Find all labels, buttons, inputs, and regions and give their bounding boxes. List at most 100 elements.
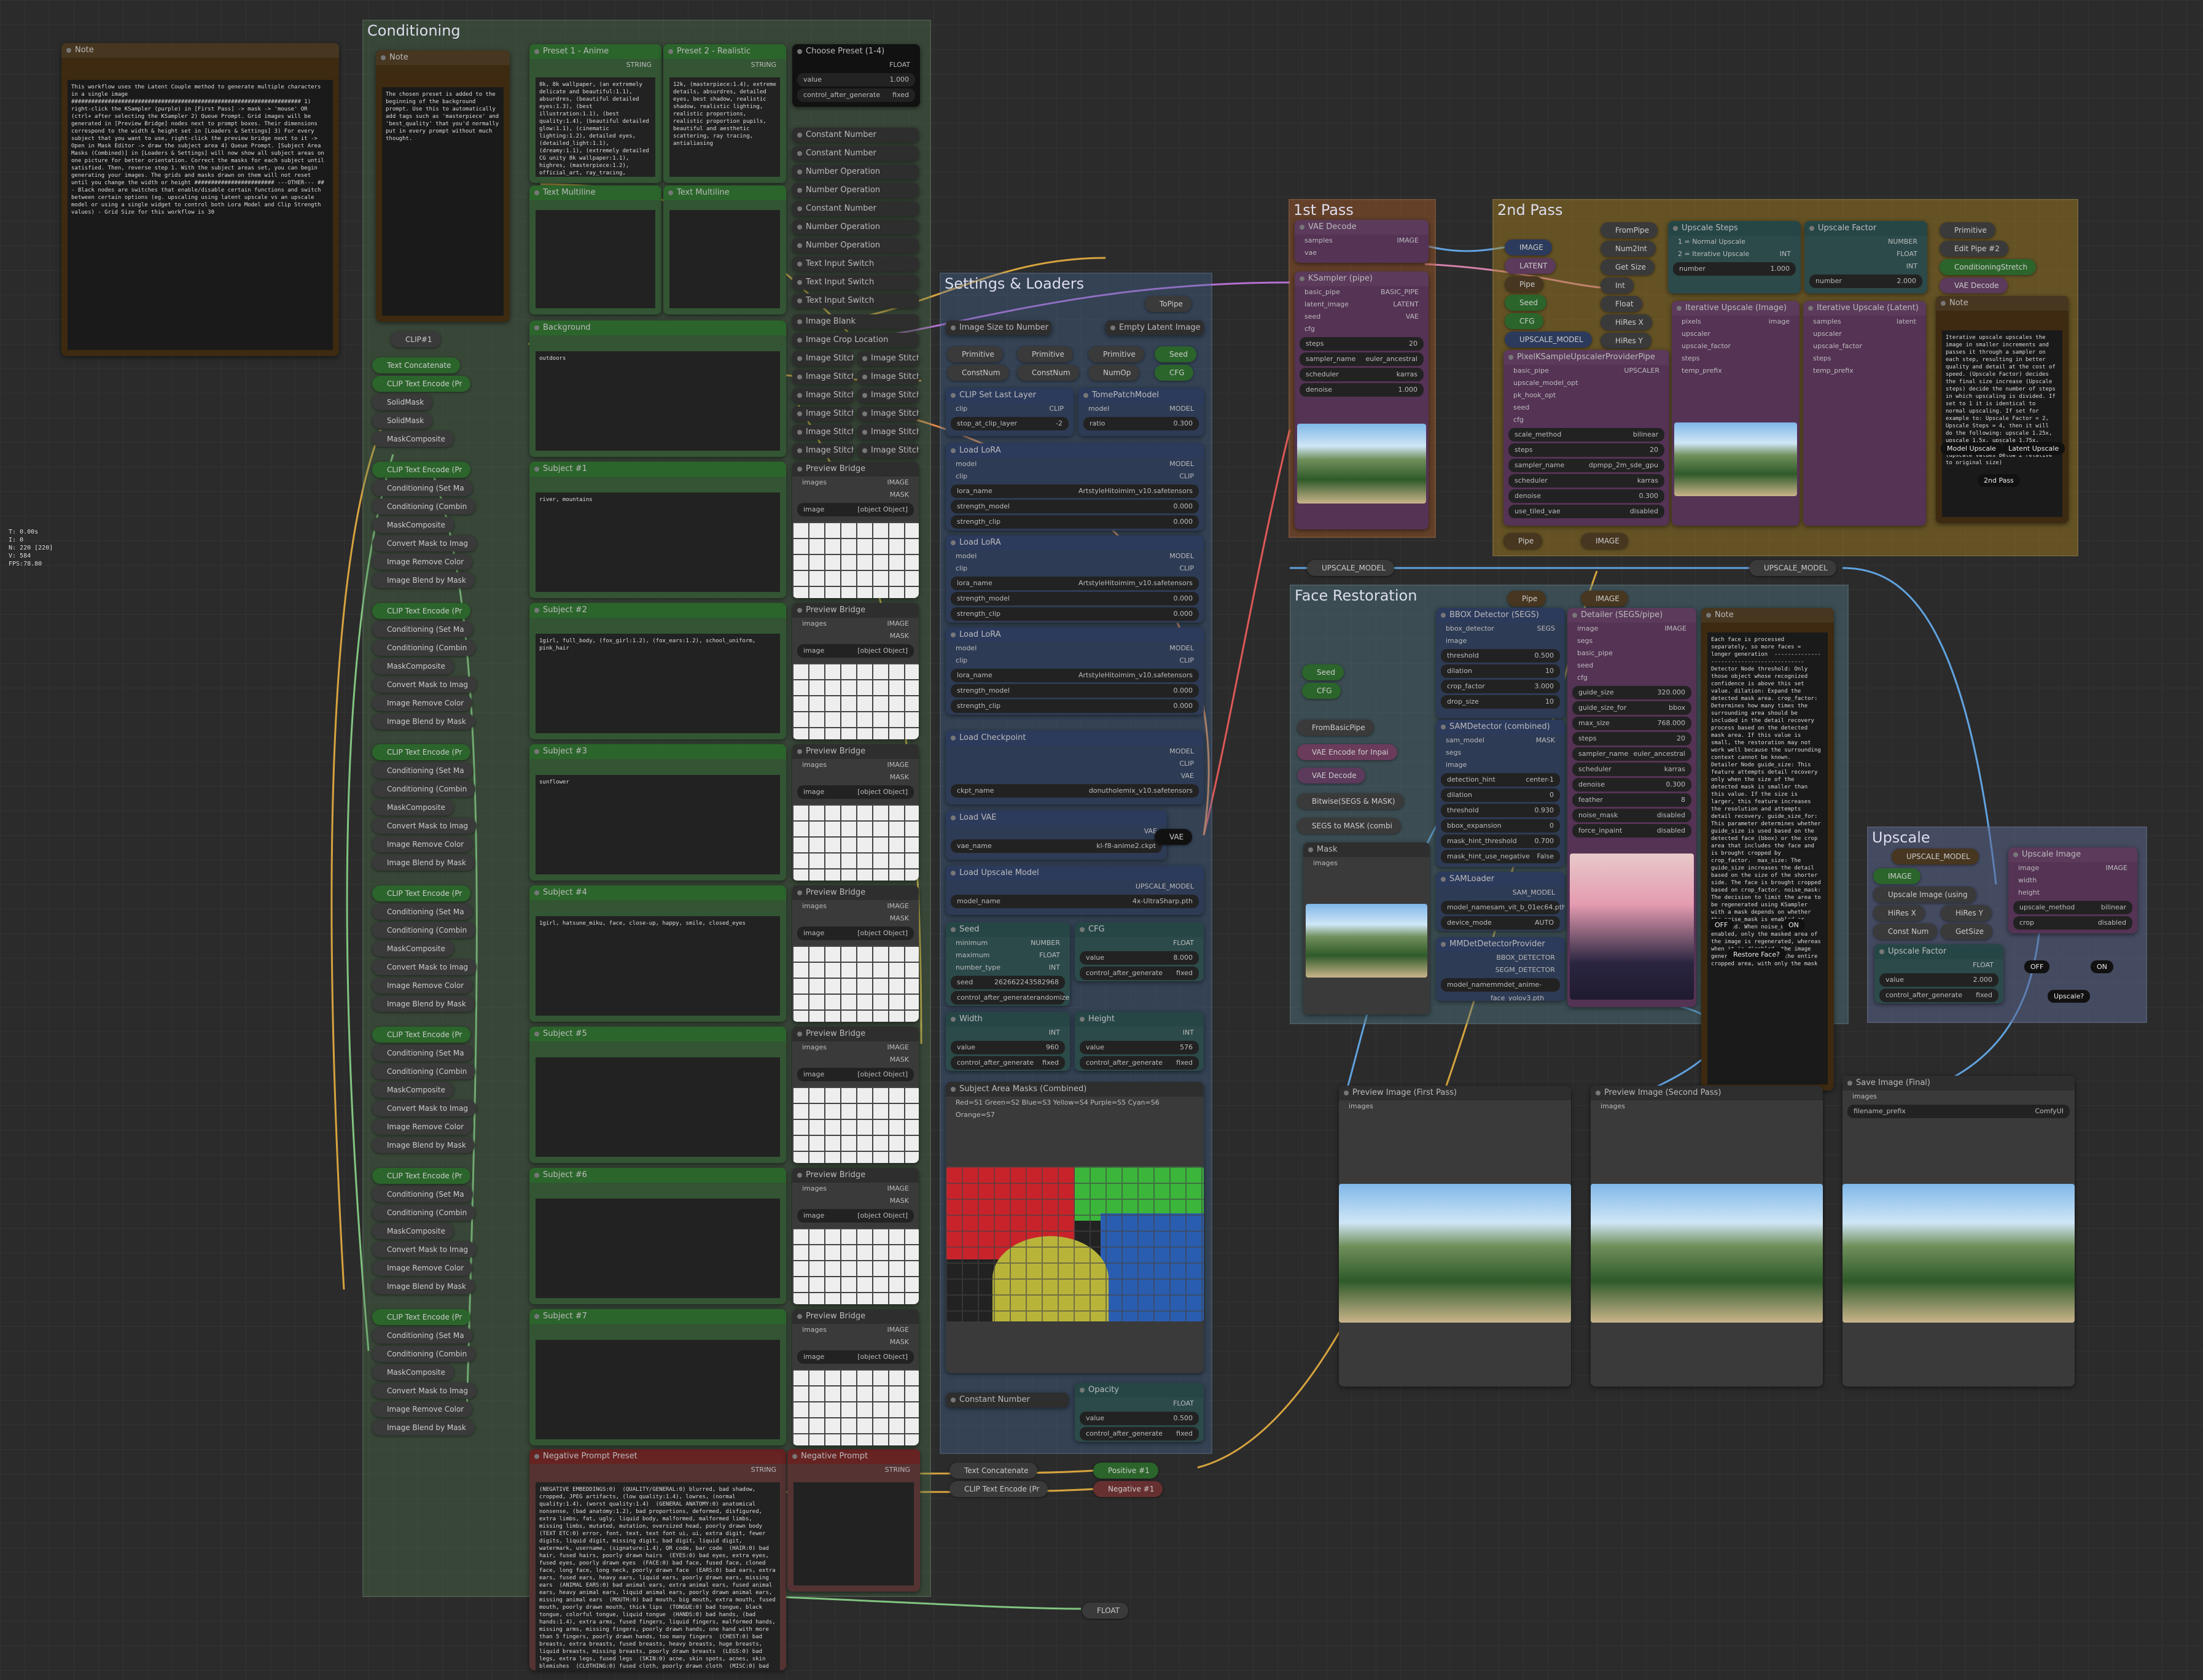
face-seed[interactable]: Seed <box>1302 664 1344 680</box>
seed-widget[interactable]: seed 262662243582968 <box>951 976 1065 989</box>
clip-last-layer-node[interactable]: CLIP Set Last Layer clip CLIP stop_at_cli… <box>946 388 1074 436</box>
model-name-widget[interactable]: model_name 4x-UltraSharp.pth <box>951 895 1199 908</box>
int-node[interactable]: Int <box>1601 278 1634 294</box>
bridge-image-widget[interactable]: image [object Object] <box>797 1350 914 1364</box>
note-text[interactable]: Iterative upscale upscales the image in … <box>1942 330 2062 517</box>
bridge-io[interactable]: images IMAGE <box>792 1324 919 1336</box>
cond-column-node[interactable]: Text Concatenate <box>372 357 460 373</box>
sam-detector-node[interactable]: SAMDetector (combined) sam_model MASK seg… <box>1436 720 1565 867</box>
load-checkpoint-node[interactable]: Load Checkpoint MODEL CLIP VAE ckpt_name… <box>946 731 1204 804</box>
control-widget[interactable]: control_after_generate fixed <box>797 88 915 102</box>
empty-latent-node[interactable]: Empty Latent Image <box>1105 321 1204 335</box>
cond-column-node[interactable]: MaskComposite <box>372 658 454 674</box>
text-area[interactable] <box>536 210 655 308</box>
lora-io[interactable]: model MODEL <box>946 642 1204 655</box>
choose-preset-node[interactable]: Choose Preset (1-4) FLOAT value 1.000 con… <box>792 44 920 107</box>
positive-reroute[interactable]: Positive #1 <box>1093 1463 1158 1479</box>
note-text[interactable]: The chosen preset is added to the beginn… <box>382 87 504 316</box>
lora-io[interactable]: model MODEL <box>946 550 1204 562</box>
image-blank-node[interactable]: Image Blank <box>792 314 919 329</box>
to-pipe-node[interactable]: ToPipe <box>1145 296 1191 312</box>
cond-column-node[interactable]: Image Remove Color <box>372 695 473 711</box>
cond-column-node[interactable]: Conditioning (Set Ma <box>372 763 473 779</box>
upscale-image-node[interactable]: Upscale Image image IMAGE width height up… <box>2008 847 2137 933</box>
image-in[interactable]: IMAGE <box>1581 591 1628 607</box>
opacity-value-widget[interactable]: value 0.500 <box>1080 1412 1199 1425</box>
cond-column-node[interactable]: Image Remove Color <box>372 836 473 852</box>
sam-loader-node[interactable]: SAMLoader SAM_MODEL model_name sam_vit_b_… <box>1436 872 1565 931</box>
height-node[interactable]: Height INT value 576 control_after_genera… <box>1075 1012 1204 1071</box>
face-off-button[interactable]: OFF <box>1709 919 1734 931</box>
detailer-widget[interactable]: noise_mask disabled <box>1572 809 1691 822</box>
primitive-3[interactable]: Primitive <box>1088 346 1144 362</box>
note-second-pass[interactable]: Note Iterative upscale upscales the imag… <box>1936 296 2068 523</box>
iterative-upscale-image-node[interactable]: Iterative Upscale (Image) pixels image up… <box>1672 301 1799 526</box>
cond-column-node[interactable]: MaskComposite <box>372 1223 454 1239</box>
load-lora-node[interactable]: Load LoRA model MODEL clip CLIP lora_name Arts… <box>946 628 1204 715</box>
text-area[interactable] <box>793 1482 914 1585</box>
steps-widget[interactable]: steps 20 <box>1300 337 1424 351</box>
crop-widget[interactable]: crop disabled <box>2013 916 2132 930</box>
utility-node[interactable]: Number Operation <box>792 220 919 235</box>
image-stitch-node[interactable]: Image Stitch <box>792 351 854 366</box>
width-value-widget[interactable]: value 960 <box>951 1041 1065 1054</box>
cond-column-node[interactable]: Image Remove Color <box>372 978 473 994</box>
upscale-using-model[interactable]: Upscale Image (using <box>1873 887 1976 903</box>
upscale-image-in[interactable]: IMAGE <box>1873 868 1920 884</box>
second-pass-toggle[interactable]: 2nd Pass <box>1978 474 2020 487</box>
vae-encode-inpaint[interactable]: VAE Encode for Inpai <box>1297 744 1397 760</box>
upscale-factor-node[interactable]: Upscale Factor NUMBER FLOAT INT number 2.… <box>1804 221 1927 294</box>
upscale-on-button[interactable]: ON <box>2091 960 2113 973</box>
sam-widget[interactable]: dilation 0 <box>1441 788 1560 802</box>
control-widget[interactable]: control_after_generate fixed <box>1879 989 1998 1002</box>
cond-column-node[interactable]: Conditioning (Combin <box>372 1205 476 1221</box>
output-string[interactable]: STRING <box>751 59 776 71</box>
vae-reroute[interactable]: VAE <box>1155 829 1193 845</box>
cond-column-node[interactable]: Image Blend by Mask <box>372 572 475 588</box>
strength-model-widget[interactable]: strength_model 0.000 <box>951 684 1199 698</box>
tome-node[interactable]: TomePatchModel model MODEL ratio 0.300 <box>1078 388 1204 436</box>
samloader-widget[interactable]: model_name sam_vit_b_01ec64.pth <box>1441 901 1565 914</box>
note-left[interactable]: Note This workflow uses the Latent Coupl… <box>61 43 339 356</box>
clip-encode-pill[interactable]: CLIP Text Encode (Pr <box>949 1481 1048 1497</box>
detailer-node[interactable]: Detailer (SEGS/pipe) image IMAGE segs basic… <box>1567 608 1696 1007</box>
pipe-in[interactable]: Pipe <box>1507 591 1546 607</box>
image-stitch-node[interactable]: Image Stitch <box>792 425 854 440</box>
cond-column-node[interactable]: Image Blend by Mask <box>372 1420 475 1436</box>
background-text[interactable]: outdoors <box>536 351 780 451</box>
get-size[interactable]: Get Size <box>1601 259 1655 275</box>
mmdet-provider-node[interactable]: MMDetDetectorProvider BBOX_DETECTOR SEGM… <box>1436 937 1565 1001</box>
subject-node[interactable]: Subject #3 sunflower <box>529 744 786 881</box>
control-widget[interactable]: control_after_generate fixed <box>1080 1427 1199 1441</box>
denoise-widget[interactable]: denoise 1.000 <box>1300 383 1424 397</box>
cond-column-node[interactable]: Convert Mask to Imag <box>372 818 477 834</box>
cond-column-node[interactable]: Image Blend by Mask <box>372 855 475 871</box>
bbox-widget[interactable]: crop_factor 3.000 <box>1441 680 1560 693</box>
bridge-io[interactable]: MASK <box>792 1336 919 1348</box>
cond-column-node[interactable]: Image Blend by Mask <box>372 1137 475 1153</box>
image-stitch-node[interactable]: Image Stitch <box>857 425 919 440</box>
cond-column-node[interactable]: Conditioning (Set Ma <box>372 480 473 496</box>
primitive-1[interactable]: Primitive <box>947 346 1003 362</box>
negative-prompt-node[interactable]: Negative Prompt STRING <box>787 1449 920 1592</box>
cond-column-node[interactable]: Convert Mask to Imag <box>372 959 477 975</box>
cond-column-node[interactable]: Conditioning (Set Ma <box>372 1045 473 1061</box>
image-stitch-node[interactable]: Image Stitch <box>792 388 854 403</box>
image-stitch-node[interactable]: Image Stitch <box>857 443 919 458</box>
scheduler-widget[interactable]: scheduler karras <box>1300 368 1424 381</box>
upscale-model-in[interactable]: UPSCALE_MODEL <box>1892 849 1979 865</box>
lora-name-widget[interactable]: lora_name ArtstyleHitoimim_v10.safetensor… <box>951 484 1199 498</box>
opacity-node[interactable]: Opacity FLOAT value 0.500 control_after_g… <box>1075 1383 1204 1442</box>
provider-widget[interactable]: scale_method bilinear <box>1508 428 1664 441</box>
load-lora-node[interactable]: Load LoRA model MODEL clip CLIP lora_name Arts… <box>946 443 1204 531</box>
second-pass-reroute[interactable]: IMAGE <box>1505 239 1552 255</box>
cond-column-node[interactable]: Conditioning (Combin <box>372 1346 476 1362</box>
bridge-io[interactable]: MASK <box>792 1054 919 1066</box>
preview-bridge-node[interactable]: Preview Bridge images IMAGE MASK image [objec… <box>792 885 919 1022</box>
upscale-steps-node[interactable]: Upscale Steps 1 = Normal Upscale 2 = Ite… <box>1668 221 1801 294</box>
bbox-widget[interactable]: threshold 0.500 <box>1441 649 1560 663</box>
bridge-io[interactable]: images IMAGE <box>792 759 919 771</box>
float-reroute[interactable]: FLOAT <box>1082 1603 1129 1619</box>
background-node[interactable]: Background outdoors <box>529 321 786 457</box>
method-widget[interactable]: upscale_method bilinear <box>2013 901 2132 914</box>
